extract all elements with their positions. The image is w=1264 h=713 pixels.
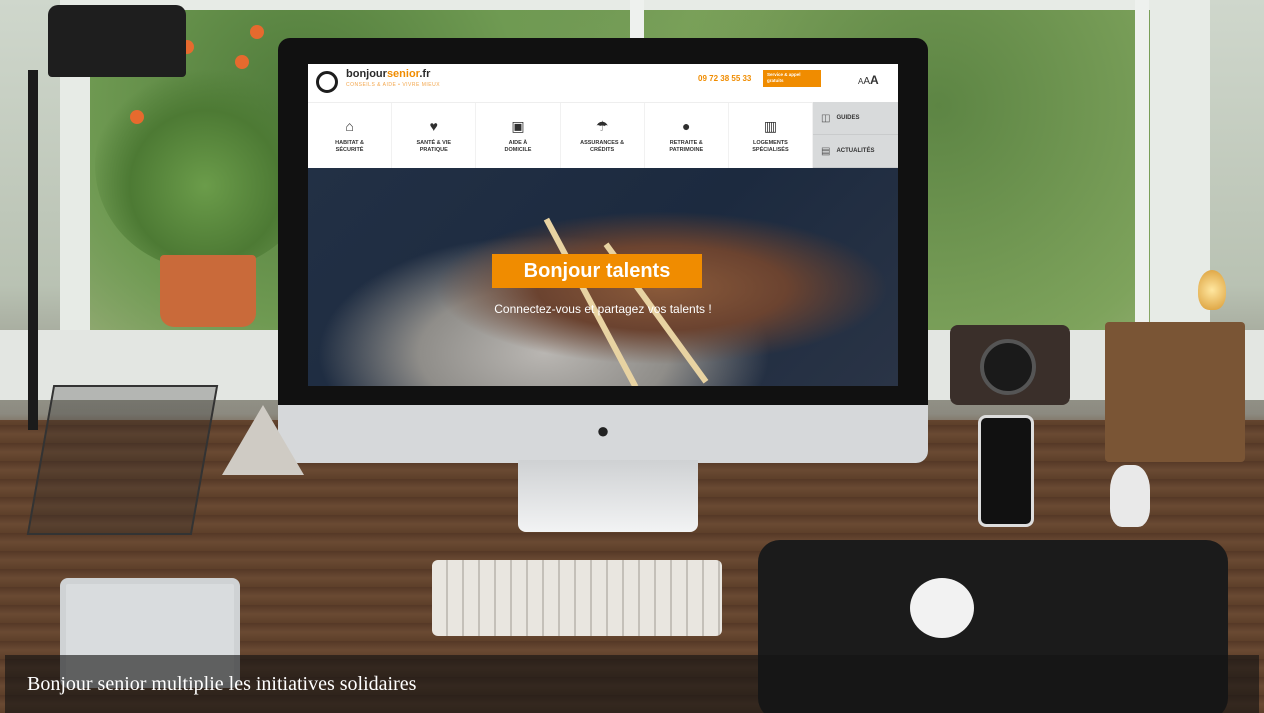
nav-item-assurances[interactable]: ☂ ASSURANCES & CRÉDITS — [561, 103, 645, 168]
phone-badge: Service & appel gratuits — [763, 70, 821, 87]
desk-lamp-shade — [48, 5, 186, 77]
phone-number[interactable]: 09 72 38 55 33 — [698, 74, 751, 83]
side-item-actualites[interactable]: ▤ ACTUALITÉS — [813, 135, 898, 168]
home-icon: ⌂ — [345, 117, 354, 134]
flower — [130, 110, 144, 124]
light-bulb — [1198, 270, 1226, 310]
book-icon: ◫ — [821, 112, 831, 124]
font-size-control[interactable]: AAA — [858, 73, 879, 87]
keyboard — [432, 560, 722, 636]
mouse — [910, 578, 974, 638]
site-header: bonjoursenior.fr CONSEILS & AIDE • VIVRE… — [308, 64, 898, 102]
umbrella-icon: ☂ — [595, 117, 609, 134]
imac-monitor: bonjoursenior.fr CONSEILS & AIDE • VIVRE… — [278, 38, 928, 463]
nav-item-sante[interactable]: ♥ SANTÉ & VIE PRATIQUE — [392, 103, 477, 168]
side-menu: ◫ GUIDES ▤ ACTUALITÉS — [813, 102, 898, 168]
nav-item-retraite[interactable]: ● RETRAITE & PATRIMOINE — [645, 103, 729, 168]
nav-item-logements[interactable]: ▥ LOGEMENTS SPÉCIALISÉS — [729, 103, 814, 168]
window-mullion — [1135, 0, 1149, 340]
image-caption-bar: Bonjour senior multiplie les initiatives… — [5, 655, 1259, 713]
building-icon: ▥ — [763, 117, 778, 134]
smartphone-dock — [978, 415, 1034, 527]
main-nav: ⌂ HABITAT & SÉCURITÉ ♥ SANTÉ & VIE PRATIQU… — [308, 102, 814, 168]
nav-item-aide[interactable]: ▣ AIDE À DOMICILE — [476, 103, 561, 168]
flower — [235, 55, 249, 69]
piggy-bank-icon: ● — [682, 117, 691, 134]
logo-tagline: CONSEILS & AIDE • VIVRE MIEUX — [346, 82, 441, 88]
flower — [250, 25, 264, 39]
bear-figurine — [1110, 465, 1150, 527]
camera-lens — [980, 339, 1036, 395]
hero-subtitle: Connectez-vous et partagez vos talents ! — [494, 302, 712, 316]
monitor-stand — [518, 460, 698, 532]
monitor-screen: bonjoursenior.fr CONSEILS & AIDE • VIVRE… — [308, 64, 898, 386]
heart-pulse-icon: ♥ — [429, 117, 438, 134]
monitor-chin: ● — [278, 405, 928, 463]
camera — [950, 325, 1070, 405]
wood-block-lamp — [1105, 322, 1245, 462]
armchair-icon: ▣ — [511, 117, 525, 134]
glass-terrarium — [26, 385, 219, 535]
desk-lamp-arm — [28, 70, 38, 430]
side-item-guides[interactable]: ◫ GUIDES — [813, 102, 898, 135]
flower-pot — [160, 255, 256, 327]
image-caption: Bonjour senior multiplie les initiatives… — [27, 673, 417, 695]
photo-scene: bonjoursenior.fr CONSEILS & AIDE • VIVRE… — [0, 0, 1264, 713]
hero-banner: Bonjour talents Connectez-vous et partag… — [308, 168, 898, 386]
newspaper-icon: ▤ — [821, 145, 831, 157]
site-logo[interactable]: bonjoursenior.fr — [346, 68, 430, 80]
nav-item-habitat[interactable]: ⌂ HABITAT & SÉCURITÉ — [308, 103, 393, 168]
apple-logo-icon: ● — [596, 418, 610, 443]
hero-title[interactable]: Bonjour talents — [492, 254, 702, 288]
sun-logo-icon[interactable] — [316, 71, 338, 93]
